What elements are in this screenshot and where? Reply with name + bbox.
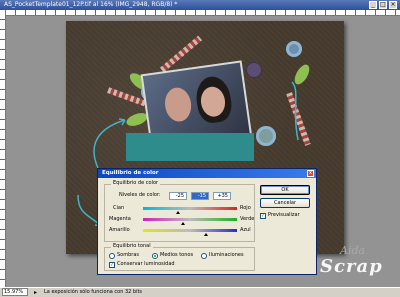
magenta-green-level-input[interactable]: -15 — [191, 192, 209, 200]
status-menu-arrow-icon[interactable]: ▸ — [34, 289, 37, 296]
color-balance-group-label: Equilibrio de color — [111, 180, 161, 187]
magenta-green-slider-thumb[interactable] — [180, 222, 185, 225]
dialog-titlebar: Equilibrio de color x — [98, 169, 316, 178]
color-balance-group: Equilibrio de color Niveles de color: -2… — [104, 180, 255, 242]
yellow-blue-slider-track[interactable] — [143, 229, 237, 232]
midtones-label: Medios tonos — [160, 252, 194, 258]
color-balance-dialog: Equilibrio de color x Equilibrio de colo… — [97, 168, 317, 275]
watermark-logo: Scrap — [320, 256, 383, 277]
annotation-arrow — [291, 81, 299, 141]
zoom-field[interactable]: 15.97% — [2, 288, 28, 296]
cyan-red-slider-track[interactable] — [143, 207, 237, 210]
dialog-title: Equilibrio de color — [102, 170, 159, 176]
tonal-balance-group: Equilibrio tonal Sombras Medios tonos Il… — [104, 243, 255, 271]
midtones-radio[interactable] — [152, 253, 158, 259]
magenta-green-slider-track[interactable] — [143, 218, 237, 221]
tonal-balance-group-label: Equilibrio tonal — [111, 243, 153, 250]
highlights-label: Iluminaciones — [209, 252, 244, 258]
cyan-red-slider-thumb[interactable] — [176, 211, 181, 214]
slider-right-label: Rojo — [240, 205, 251, 211]
status-message: La exposición sólo funciona con 32 bits — [44, 289, 143, 295]
shadows-radio[interactable] — [109, 253, 115, 259]
cyan-red-level-input[interactable]: -25 — [169, 192, 187, 200]
levels-label: Niveles de color: — [119, 192, 161, 198]
dialog-close-button[interactable]: x — [307, 170, 314, 177]
shadows-label: Sombras — [117, 252, 140, 258]
slider-right-label: Azul — [240, 227, 251, 233]
cancel-button[interactable]: Cancelar — [260, 198, 310, 208]
slider-left-label: Magenta — [109, 216, 131, 222]
yellow-blue-level-input[interactable]: +35 — [213, 192, 231, 200]
preserve-luminosity-label: Conservar luminosidad — [117, 261, 175, 267]
preview-label: Previsualizar — [268, 212, 300, 218]
status-bar: 15.97% ▸ La exposición sólo funciona con… — [0, 287, 400, 297]
slider-right-label: Verde — [240, 216, 255, 222]
ok-button[interactable]: OK — [260, 185, 310, 195]
highlights-radio[interactable] — [201, 253, 207, 259]
slider-left-label: Cian — [113, 205, 125, 211]
preview-checkbox[interactable]: ✓ — [260, 213, 266, 219]
annotation-arrow — [93, 119, 126, 169]
slider-left-label: Amarillo — [109, 227, 130, 233]
yellow-blue-slider-thumb[interactable] — [204, 233, 209, 236]
preserve-luminosity-checkbox[interactable]: ✓ — [109, 262, 115, 268]
